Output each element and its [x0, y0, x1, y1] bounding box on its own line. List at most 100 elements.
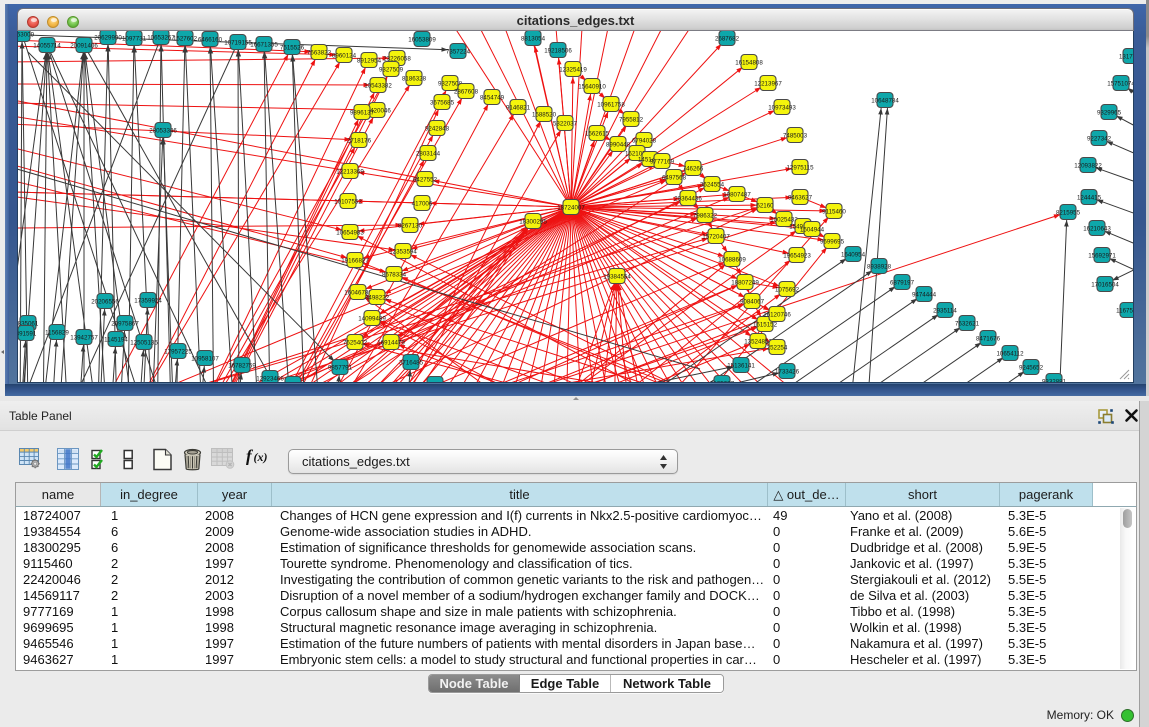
svg-text:10648784: 10648784 [871, 97, 899, 104]
table-row[interactable]: 946362711997Embryonic stem cells: a mode… [16, 652, 1136, 668]
svg-text:12213369: 12213369 [336, 168, 364, 175]
memory-status-indicator[interactable] [1121, 709, 1134, 722]
tab-edge-table[interactable]: Edge Table [520, 675, 611, 692]
svg-text:15751074: 15751074 [1107, 80, 1134, 87]
cell-pagerank: 5.9E-5 [1008, 540, 1091, 556]
cell-short: Wolkin et al. (1998) [850, 620, 998, 636]
svg-text:9242848: 9242848 [425, 125, 450, 132]
svg-text:8938928: 8938928 [867, 263, 892, 270]
cell-short: Jankovic et al. (1997) [850, 556, 998, 572]
column-header-out_degree[interactable]: △ out_de… [768, 483, 846, 506]
delete-trash-icon[interactable] [182, 448, 203, 476]
svg-text:1504944: 1504944 [800, 226, 825, 233]
svg-text:3675685: 3675685 [430, 99, 455, 106]
svg-text:15692971: 15692971 [1088, 252, 1116, 259]
column-header-pagerank[interactable]: pagerank [1000, 483, 1093, 506]
column-header-name[interactable]: name [16, 483, 101, 506]
svg-text:10543382: 10543382 [364, 82, 392, 89]
svg-text:2803144: 2803144 [416, 150, 441, 157]
svg-text:9135027: 9135027 [710, 380, 735, 382]
svg-text:1244415: 1244415 [1077, 194, 1102, 201]
cell-in_degree: 6 [111, 540, 196, 556]
column-header-short[interactable]: short [846, 483, 1000, 506]
tab-node-table[interactable]: Node Table [429, 675, 520, 692]
cell-out_degree: 0 [773, 636, 844, 652]
column-header-title[interactable]: title [272, 483, 768, 506]
svg-text:3498222: 3498222 [365, 294, 390, 301]
table-row[interactable]: 1456911722003Disruption of a novel membe… [16, 588, 1136, 604]
table-row[interactable]: 1872400712008Changes of HCN gene express… [16, 508, 1136, 524]
cell-out_degree: 0 [773, 524, 844, 540]
svg-text:9463627: 9463627 [788, 194, 813, 201]
table-row[interactable]: 911546021997Tourette syndrome. Phenomeno… [16, 556, 1136, 572]
function-builder-icon[interactable]: f (x) [246, 446, 271, 471]
table-row[interactable]: 946554611997Estimation of the future num… [16, 636, 1136, 652]
splitter-collapse-icon[interactable] [573, 397, 579, 400]
svg-text:9115460: 9115460 [822, 208, 846, 215]
column-header-in_degree[interactable]: in_degree [101, 483, 198, 506]
svg-text:12325419: 12325419 [559, 66, 587, 73]
window-title: citations_edges.txt [18, 13, 1133, 28]
svg-text:10961758: 10961758 [597, 101, 625, 108]
svg-text:7485003: 7485003 [783, 132, 808, 139]
select-all-rows-icon[interactable] [91, 448, 109, 475]
cell-short: Franke et al. (2009) [850, 524, 998, 540]
close-panel-icon[interactable] [1124, 408, 1139, 423]
select-column-icon[interactable] [57, 448, 79, 475]
cell-title: Tourette syndrome. Phenomenology and cla… [280, 556, 766, 572]
svg-text:2063009: 2063009 [18, 31, 35, 38]
svg-text:1317254: 1317254 [1119, 53, 1134, 60]
svg-text:3716485: 3716485 [399, 359, 424, 366]
tab-network-table[interactable]: Network Table [611, 675, 723, 692]
table-row[interactable]: 1830029562008Estimation of significance … [16, 540, 1136, 556]
svg-text:16782759: 16782759 [228, 362, 256, 369]
table-row[interactable]: 2242004622012Investigating the contribut… [16, 572, 1136, 588]
svg-text:2867608: 2867608 [454, 88, 479, 95]
column-header-year[interactable]: year [198, 483, 272, 506]
svg-text:17957225: 17957225 [164, 348, 192, 355]
panel-collapse-arrow-icon[interactable] [1, 350, 4, 354]
cell-year: 1998 [205, 604, 270, 620]
cell-short: de Silva et al. (2003) [850, 588, 998, 604]
svg-text:16120746: 16120746 [763, 311, 791, 318]
cell-name: 9465546 [23, 636, 99, 652]
cell-year: 1998 [205, 620, 270, 636]
svg-text:7663822: 7663822 [307, 49, 332, 56]
svg-text:7357224: 7357224 [446, 48, 471, 55]
cell-short: Stergiakouli et al. (2012) [850, 572, 998, 588]
table-row[interactable]: 1938455462009Genome-wide association stu… [16, 524, 1136, 540]
window-resize-grip[interactable] [1118, 369, 1131, 380]
svg-text:8454749: 8454749 [480, 94, 505, 101]
svg-text:8960124: 8960124 [332, 52, 357, 59]
table-row[interactable]: 977716911998Corpus callosum shape and si… [16, 604, 1136, 620]
cell-title: Structural magnetic resonance image aver… [280, 620, 766, 636]
svg-text:8427552: 8427552 [413, 176, 438, 183]
network-graph: 2063009140557142009140620629990109773110… [18, 31, 1134, 382]
svg-text:20364436: 20364436 [674, 195, 702, 202]
float-panel-icon[interactable] [1098, 408, 1114, 424]
cell-name: 22420046 [23, 572, 99, 588]
svg-text:9146821: 9146821 [506, 104, 531, 111]
cell-year: 2003 [205, 588, 270, 604]
table-selector-dropdown[interactable]: citations_edges.txt [288, 449, 678, 474]
table-scrollbar[interactable] [1120, 508, 1134, 669]
table-scrollbar-thumb[interactable] [1123, 509, 1132, 528]
table-row[interactable]: 969969511998Structural magnetic resonanc… [16, 620, 1136, 636]
cell-out_degree: 0 [773, 620, 844, 636]
cell-in_degree: 2 [111, 556, 196, 572]
svg-text:7955812: 7955812 [619, 116, 644, 123]
window-titlebar[interactable]: citations_edges.txt [17, 8, 1134, 31]
table-settings-icon[interactable] [19, 448, 41, 474]
svg-text:746266: 746266 [683, 165, 704, 172]
cell-name: 18724007 [23, 508, 99, 524]
cell-pagerank: 5.3E-5 [1008, 620, 1091, 636]
network-canvas[interactable]: 2063009140557142009140620629990109773110… [17, 31, 1134, 383]
cell-out_degree: 0 [773, 588, 844, 604]
svg-text:252254: 252254 [767, 344, 788, 351]
deselect-all-rows-icon[interactable] [123, 448, 134, 475]
svg-text:7515526: 7515526 [280, 44, 305, 51]
svg-text:1733426: 1733426 [775, 368, 800, 375]
new-file-icon[interactable] [152, 448, 173, 476]
table-tabs: Node TableEdge TableNetwork Table [428, 674, 724, 693]
svg-text:1156829: 1156829 [45, 329, 69, 336]
